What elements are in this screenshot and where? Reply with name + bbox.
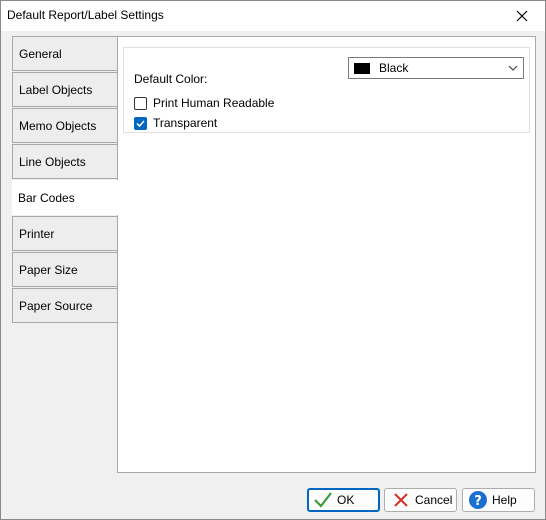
ok-label: OK (337, 493, 355, 507)
tab-line-objects[interactable]: Line Objects (12, 144, 118, 179)
tab-general[interactable]: General (12, 36, 118, 71)
tab-list: General Label Objects Memo Objects Line … (12, 36, 119, 324)
tab-printer[interactable]: Printer (12, 216, 118, 251)
bar-codes-panel: Default Color: Black Print Human Readabl… (117, 36, 536, 473)
title-bar: Default Report/Label Settings (1, 1, 545, 31)
close-button[interactable] (499, 1, 545, 31)
tab-label: Paper Size (19, 262, 78, 277)
chevron-down-icon (508, 65, 518, 71)
tab-memo-objects[interactable]: Memo Objects (12, 108, 118, 143)
close-icon (516, 10, 528, 22)
default-color-label: Default Color: (134, 72, 208, 86)
tab-label: General (19, 46, 62, 61)
transparent-option[interactable]: Transparent (134, 116, 217, 130)
tab-paper-size[interactable]: Paper Size (12, 252, 118, 287)
checkmark-icon (314, 492, 332, 508)
settings-group: Default Color: Black Print Human Readabl… (123, 47, 530, 133)
default-color-value: Black (379, 61, 409, 75)
x-icon (394, 493, 408, 507)
tab-paper-source[interactable]: Paper Source (12, 288, 118, 323)
tab-bar-codes[interactable]: Bar Codes (12, 180, 119, 215)
button-bar: OK Cancel ? Help (1, 482, 545, 519)
ok-button[interactable]: OK (307, 488, 380, 512)
help-icon: ? (469, 491, 487, 509)
print-human-readable-checkbox[interactable] (134, 96, 147, 110)
print-human-readable-option[interactable]: Print Human Readable (134, 96, 274, 110)
tab-label: Label Objects (19, 82, 93, 97)
tab-label: Paper Source (19, 298, 93, 313)
cancel-button[interactable]: Cancel (384, 488, 457, 512)
tab-label: Printer (19, 226, 55, 241)
settings-dialog: Default Report/Label Settings General La… (0, 0, 546, 520)
color-swatch (354, 62, 370, 74)
transparent-label: Transparent (153, 116, 218, 130)
tab-label: Line Objects (19, 154, 86, 169)
default-color-dropdown[interactable]: Black (348, 57, 524, 79)
print-human-readable-label: Print Human Readable (153, 96, 275, 110)
transparent-checkbox[interactable] (134, 116, 147, 130)
checkmark-icon (136, 119, 145, 127)
tab-label-objects[interactable]: Label Objects (12, 72, 118, 107)
help-button[interactable]: ? Help (462, 488, 535, 512)
window-title: Default Report/Label Settings (7, 8, 164, 22)
cancel-label: Cancel (415, 493, 453, 507)
tab-label: Bar Codes (18, 190, 75, 205)
svg-text:?: ? (474, 494, 482, 509)
tab-label: Memo Objects (19, 118, 97, 133)
help-label: Help (492, 493, 517, 507)
